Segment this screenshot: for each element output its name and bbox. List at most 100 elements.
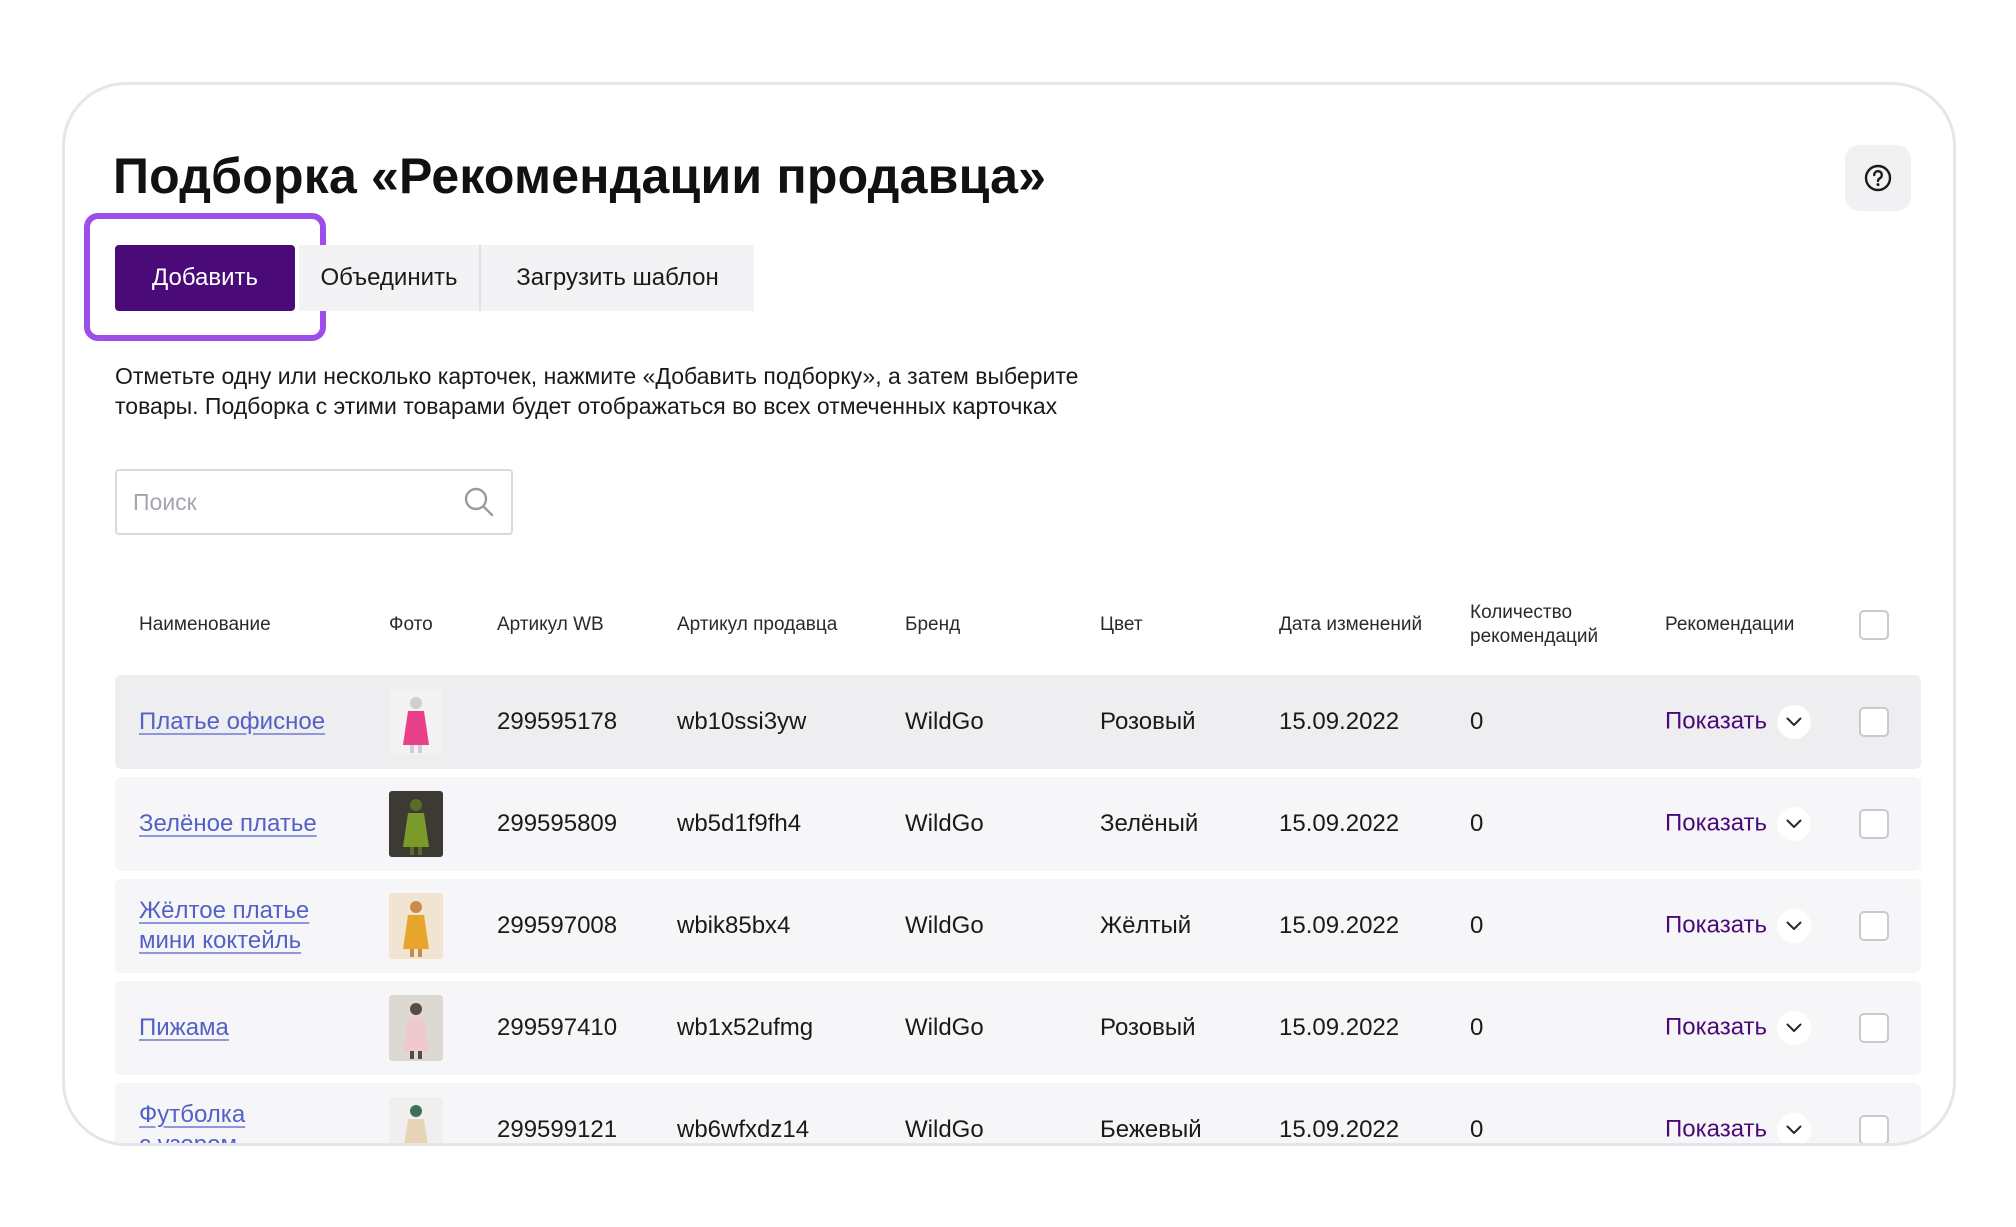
date-changed: 15.09.2022 bbox=[1279, 810, 1400, 837]
product-name-cell: Платье офисное bbox=[139, 707, 325, 737]
product-name-link[interactable]: Зелёное платье bbox=[139, 810, 317, 837]
recommendations-count: 0 bbox=[1470, 810, 1484, 837]
product-photo-image bbox=[389, 689, 443, 755]
article-wb: 299597008 bbox=[497, 912, 618, 939]
show-recommendations-link[interactable]: Показать bbox=[1665, 707, 1767, 734]
chevron-down-icon[interactable] bbox=[1777, 1113, 1812, 1143]
show-recommendations-link[interactable]: Показать bbox=[1665, 809, 1767, 836]
article-seller: wbik85bx4 bbox=[677, 912, 791, 939]
page-title: Подборка «Рекомендации продавца» bbox=[113, 148, 1047, 204]
select-all-checkbox[interactable] bbox=[1859, 610, 1889, 640]
table-row[interactable]: Зелёное платье 299595809 wb5d1f9fh4 WildGo З… bbox=[115, 777, 1921, 871]
upload-template-button[interactable]: Загрузить шаблон bbox=[481, 245, 754, 311]
product-name-line-1: Футболка bbox=[139, 1101, 246, 1128]
product-name-line-1: Платье офисное bbox=[139, 708, 326, 735]
brand: WildGo bbox=[905, 912, 984, 939]
row-checkbox[interactable] bbox=[1859, 707, 1889, 737]
brand: WildGo bbox=[905, 1014, 984, 1041]
color: Розовый bbox=[1100, 708, 1196, 735]
date-changed: 15.09.2022 bbox=[1279, 708, 1400, 735]
recommendations-count: 0 bbox=[1470, 1116, 1484, 1143]
article-seller: wb5d1f9fh4 bbox=[677, 810, 802, 837]
column-date: Дата изменений bbox=[1279, 614, 1423, 635]
product-photo-image bbox=[389, 893, 443, 959]
product-photo[interactable] bbox=[389, 1097, 443, 1143]
description: Отметьте одну или несколько карточек, на… bbox=[115, 361, 1078, 421]
show-recommendations-link[interactable]: Показать bbox=[1665, 1115, 1767, 1142]
product-photo[interactable] bbox=[389, 689, 443, 755]
product-name-line-1: Пижама bbox=[139, 1014, 229, 1041]
column-article-seller: Артикул продавца bbox=[677, 614, 838, 635]
product-photo[interactable] bbox=[389, 893, 443, 959]
date-changed: 15.09.2022 bbox=[1279, 912, 1400, 939]
product-photo-image bbox=[389, 995, 443, 1061]
product-photo[interactable] bbox=[389, 791, 443, 857]
page-card: Подборка «Рекомендации продавца» Добавит… bbox=[62, 82, 1956, 1146]
product-name-line-1: Зелёное платье bbox=[139, 810, 317, 837]
toolbar: Добавить Объединить Загрузить шаблон bbox=[115, 245, 754, 311]
column-count-line-2: рекомендаций bbox=[1470, 626, 1599, 647]
recommendations-toggle[interactable]: Показать bbox=[1665, 705, 1812, 739]
table-row[interactable]: Пижама 299597410 wb1x52ufmg WildGo Розовый 15… bbox=[115, 981, 1921, 1075]
recommendations-count: 0 bbox=[1470, 708, 1484, 735]
show-recommendations-link[interactable]: Показать bbox=[1665, 1013, 1767, 1040]
brand: WildGo bbox=[905, 810, 984, 837]
column-article-wb: Артикул WB bbox=[497, 614, 604, 635]
chevron-down-icon[interactable] bbox=[1777, 807, 1812, 841]
search-box[interactable] bbox=[115, 469, 513, 535]
recommendations-toggle[interactable]: Показать bbox=[1665, 1011, 1812, 1045]
chevron-down-icon[interactable] bbox=[1777, 705, 1812, 739]
recommendations-toggle[interactable]: Показать bbox=[1665, 1113, 1812, 1143]
product-name-link[interactable]: Пижама bbox=[139, 1014, 229, 1041]
chevron-down-icon[interactable] bbox=[1777, 1011, 1812, 1045]
product-name-link[interactable]: Футболка с узором bbox=[139, 1101, 246, 1143]
article-seller: wb1x52ufmg bbox=[677, 1014, 814, 1041]
row-checkbox[interactable] bbox=[1859, 809, 1889, 839]
product-name-cell: Пижама bbox=[139, 1013, 229, 1043]
color: Жёлтый bbox=[1100, 912, 1192, 939]
row-checkbox[interactable] bbox=[1859, 1115, 1889, 1143]
row-checkbox[interactable] bbox=[1859, 911, 1889, 941]
cards-table: Наименование Фото Артикул WB Артикул про… bbox=[115, 575, 1921, 1143]
column-count-line-1: Количество bbox=[1470, 602, 1573, 623]
description-line-1: Отметьте одну или несколько карточек, на… bbox=[115, 363, 1079, 389]
column-brand: Бренд bbox=[905, 614, 961, 635]
table-row[interactable]: Футболка с узором 299599121 wb6wfxdz14 WildG… bbox=[115, 1083, 1921, 1143]
table-row[interactable]: Платье офисное 299595178 wb10ssi3yw WildGo Р… bbox=[115, 675, 1921, 769]
article-wb: 299595178 bbox=[497, 708, 618, 735]
product-name-link[interactable]: Жёлтое платье мини коктейль bbox=[139, 897, 309, 954]
show-recommendations-link[interactable]: Показать bbox=[1665, 911, 1767, 938]
recommendations-toggle[interactable]: Показать bbox=[1665, 909, 1812, 943]
search-icon[interactable] bbox=[463, 486, 495, 518]
column-recommendations: Рекомендации bbox=[1665, 614, 1795, 635]
product-photo[interactable] bbox=[389, 995, 443, 1061]
product-name-cell: Зелёное платье bbox=[139, 809, 317, 839]
recommendations-count: 0 bbox=[1470, 912, 1484, 939]
article-wb: 299595809 bbox=[497, 810, 618, 837]
help-button[interactable] bbox=[1845, 145, 1911, 211]
column-color: Цвет bbox=[1100, 614, 1143, 635]
product-photo-image bbox=[389, 791, 443, 857]
description-line-2: товары. Подборка с этими товарами будет … bbox=[115, 393, 1058, 419]
table-row[interactable]: Жёлтое платье мини коктейль 299597008 wbik8… bbox=[115, 879, 1921, 973]
brand: WildGo bbox=[905, 708, 984, 735]
product-name-cell: Футболка с узором bbox=[139, 1100, 246, 1143]
table-header: Наименование Фото Артикул WB Артикул про… bbox=[115, 575, 1921, 675]
product-name-line-2: мини коктейль bbox=[139, 927, 302, 954]
product-name-link[interactable]: Платье офисное bbox=[139, 708, 325, 735]
add-button[interactable]: Добавить bbox=[115, 245, 295, 311]
article-wb: 299599121 bbox=[497, 1116, 618, 1143]
recommendations-toggle[interactable]: Показать bbox=[1665, 807, 1812, 841]
color: Зелёный bbox=[1100, 810, 1199, 837]
color: Розовый bbox=[1100, 1014, 1196, 1041]
search-input[interactable] bbox=[133, 488, 463, 516]
article-wb: 299597410 bbox=[497, 1014, 618, 1041]
product-photo-image bbox=[389, 1097, 443, 1143]
column-name: Наименование bbox=[139, 614, 271, 635]
brand: WildGo bbox=[905, 1116, 984, 1143]
column-photo: Фото bbox=[389, 614, 433, 635]
date-changed: 15.09.2022 bbox=[1279, 1116, 1400, 1143]
row-checkbox[interactable] bbox=[1859, 1013, 1889, 1043]
chevron-down-icon[interactable] bbox=[1777, 909, 1812, 943]
merge-button[interactable]: Объединить bbox=[299, 245, 481, 311]
